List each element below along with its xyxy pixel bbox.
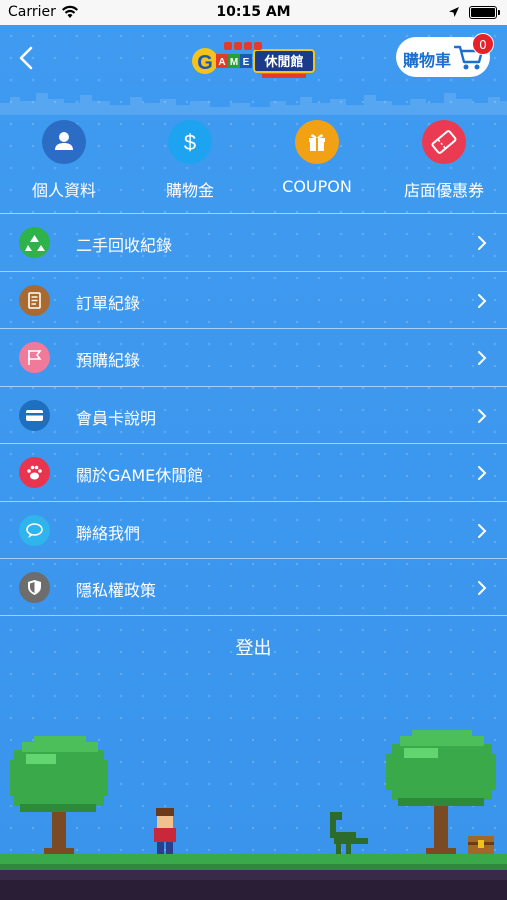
chevron-right-icon (478, 293, 487, 308)
quick-action-label: 購物金 (165, 181, 214, 200)
battery-icon (469, 6, 497, 19)
menu-item-label: 聯絡我們 (76, 523, 141, 543)
menu-item-about[interactable]: 關於GAME休閒館 (0, 443, 507, 501)
menu-item-label: 二手回收紀錄 (76, 236, 173, 255)
flag-icon (19, 342, 50, 373)
dollar-icon: $ (168, 120, 212, 164)
svg-text:G: G (197, 52, 213, 74)
pixel-character (154, 808, 176, 854)
cart-label: 購物車 (403, 51, 452, 70)
svg-text:休閒館: 休閒館 (263, 54, 303, 70)
recycle-icon (19, 227, 50, 258)
menu-item-privacy-policy[interactable]: 隱私權政策 (0, 558, 507, 616)
treasure-chest (468, 836, 494, 856)
game-logo: G A M E 休閒館 (192, 42, 315, 78)
chevron-right-icon (478, 236, 487, 250)
quick-action-credit[interactable]: $ 購物金 (140, 120, 240, 201)
menu-item-contact-us[interactable]: 聯絡我們 (0, 500, 507, 559)
menu-item-label: 訂單紀錄 (76, 293, 141, 313)
status-bar: Carrier 10:15 AM (0, 0, 507, 25)
location-arrow-icon (449, 7, 459, 17)
ground (0, 854, 507, 900)
logout-button[interactable]: 登出 (0, 634, 507, 660)
clock: 10:15 AM (216, 4, 291, 20)
chat-icon (19, 514, 50, 546)
quick-action-label: 店面優惠券 (403, 181, 484, 200)
quick-action-profile[interactable]: 個人資料 (14, 120, 114, 201)
chevron-right-icon (478, 581, 487, 595)
svg-text:M: M (230, 57, 238, 68)
chevron-right-icon (478, 408, 487, 423)
quick-action-label: 個人資料 (31, 181, 96, 200)
person-icon (42, 120, 86, 164)
svg-text:$: $ (184, 130, 196, 155)
svg-text:E: E (243, 57, 250, 68)
pixel-dinosaur (330, 812, 368, 854)
menu-item-label: 會員卡說明 (76, 408, 157, 428)
svg-text:A: A (218, 57, 225, 68)
menu-item-recycle-records[interactable]: 二手回收紀錄 (0, 213, 507, 271)
gift-icon (295, 120, 339, 164)
menu-item-label: 隱私權政策 (76, 581, 157, 600)
menu-list: 二手回收紀錄 訂單紀錄 預購紀錄 會員卡說明 關於GAME休閒館 聯絡我們 隱私… (0, 213, 507, 616)
ticket-icon (422, 120, 466, 164)
header: G A M E 休閒館 購物車 0 (0, 25, 507, 115)
menu-item-member-card[interactable]: 會員卡說明 (0, 385, 507, 444)
pixel-skyline-decoration (0, 93, 507, 115)
quick-action-coupon[interactable]: COUPON (267, 120, 367, 196)
menu-item-preorder-records[interactable]: 預購紀錄 (0, 328, 507, 386)
quick-actions: 個人資料 $ 購物金 COUPON 店面優惠券 (0, 120, 507, 200)
chevron-right-icon (478, 466, 487, 480)
chevron-right-icon (478, 351, 487, 365)
shield-icon (19, 572, 50, 603)
credit-card-icon (19, 399, 50, 431)
chevron-right-icon (478, 523, 487, 538)
battery-tip (498, 10, 500, 15)
menu-item-order-records[interactable]: 訂單紀錄 (0, 270, 507, 329)
menu-item-label: 預購紀錄 (76, 351, 141, 370)
left-tree (10, 736, 108, 858)
menu-item-label: 關於GAME休閒館 (76, 466, 204, 485)
quick-action-label: COUPON (282, 177, 352, 196)
back-chevron-icon[interactable] (14, 45, 40, 71)
cart-count-badge: 0 (472, 33, 494, 55)
paw-icon (19, 457, 50, 488)
document-icon (19, 284, 50, 316)
quick-action-store-voucher[interactable]: 店面優惠券 (394, 120, 494, 201)
pixel-art-scene (0, 730, 507, 900)
